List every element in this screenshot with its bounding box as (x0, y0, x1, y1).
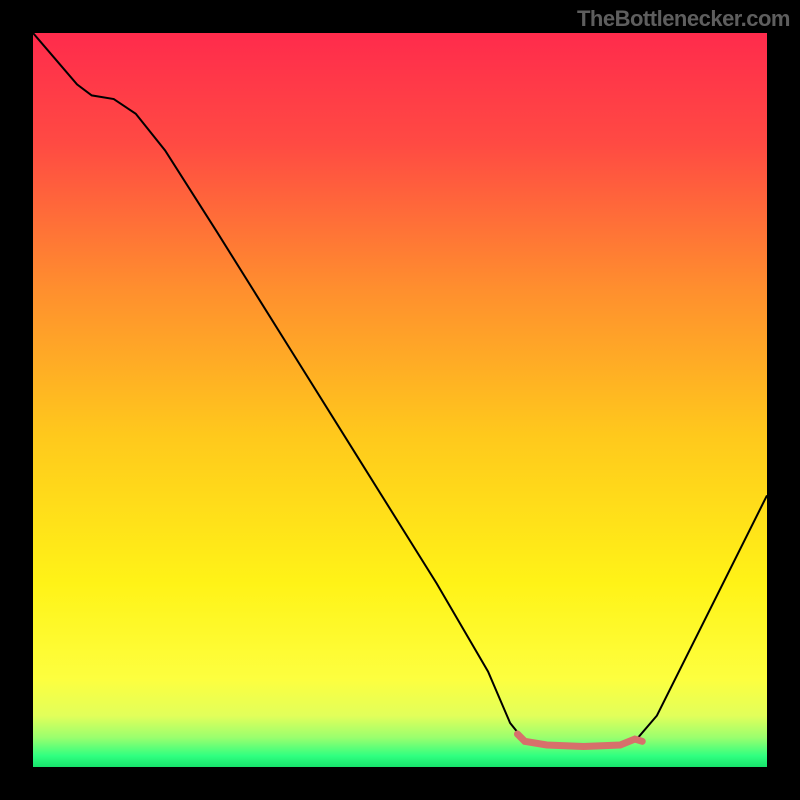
gradient-background (33, 33, 767, 767)
attribution-text: TheBottlenecker.com (577, 6, 790, 32)
chart-svg (33, 33, 767, 767)
chart-plot-area (33, 33, 767, 767)
